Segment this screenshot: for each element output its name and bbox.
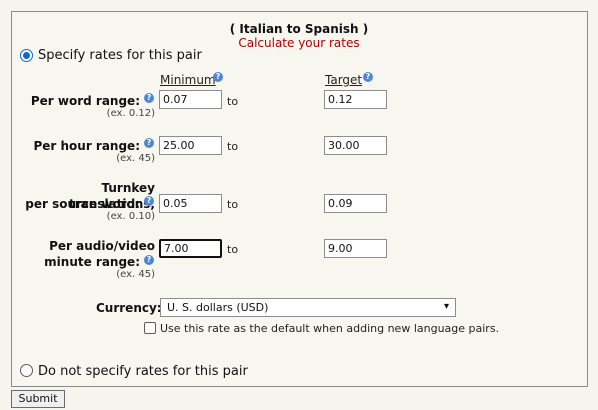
target-help-icon[interactable]: ? [363, 72, 373, 82]
audio-video-minimum-input[interactable] [159, 239, 222, 258]
target-column-header: Target [325, 73, 363, 87]
audio-video-target-input[interactable] [324, 239, 387, 258]
currency-label: Currency: [96, 301, 162, 315]
default-rate-checkbox[interactable] [144, 322, 156, 334]
turnkey-label-line2: per source word: [25, 197, 140, 211]
per-word-to-label: to [227, 95, 239, 108]
audio-video-to-label: to [227, 243, 239, 256]
submit-button[interactable]: Submit [11, 390, 65, 408]
turnkey-to-label: to [227, 198, 239, 211]
audio-video-help-icon[interactable]: ? [144, 255, 154, 265]
do-not-specify-rates-radio[interactable] [20, 364, 33, 377]
per-hour-example: (ex. 45) [116, 153, 155, 164]
per-hour-label: Per hour range: [33, 139, 140, 153]
minimum-column-header: Minimum [160, 73, 216, 87]
per-word-target-input[interactable] [324, 90, 387, 109]
per-hour-help-icon[interactable]: ? [144, 138, 154, 148]
default-rate-checkbox-label: Use this rate as the default when adding… [160, 322, 500, 335]
currency-select[interactable]: U. S. dollars (USD) ▾ [160, 298, 456, 317]
per-hour-target-input[interactable] [324, 136, 387, 155]
per-word-help-icon[interactable]: ? [144, 93, 154, 103]
audio-video-label-line1: Per audio/video [49, 239, 155, 253]
language-pair-title: ( Italian to Spanish ) [229, 22, 369, 36]
turnkey-example: (ex. 0.10) [106, 211, 155, 222]
turnkey-minimum-input[interactable] [159, 194, 222, 213]
minimum-help-icon[interactable]: ? [213, 72, 223, 82]
per-word-example: (ex. 0.12) [106, 108, 155, 119]
turnkey-help-icon[interactable]: ? [144, 196, 154, 206]
currency-selected-value: U. S. dollars (USD) [167, 301, 269, 314]
audio-video-example: (ex. 45) [116, 269, 155, 280]
per-hour-to-label: to [227, 140, 239, 153]
turnkey-target-input[interactable] [324, 194, 387, 213]
specify-rates-radio[interactable] [20, 49, 33, 62]
per-word-label: Per word range: [30, 94, 140, 108]
audio-video-label-line2: minute range: [44, 255, 140, 269]
specify-rates-label: Specify rates for this pair [38, 48, 202, 63]
per-word-minimum-input[interactable] [159, 90, 222, 109]
do-not-specify-rates-label: Do not specify rates for this pair [38, 364, 248, 379]
chevron-down-icon: ▾ [443, 301, 449, 312]
per-hour-minimum-input[interactable] [159, 136, 222, 155]
